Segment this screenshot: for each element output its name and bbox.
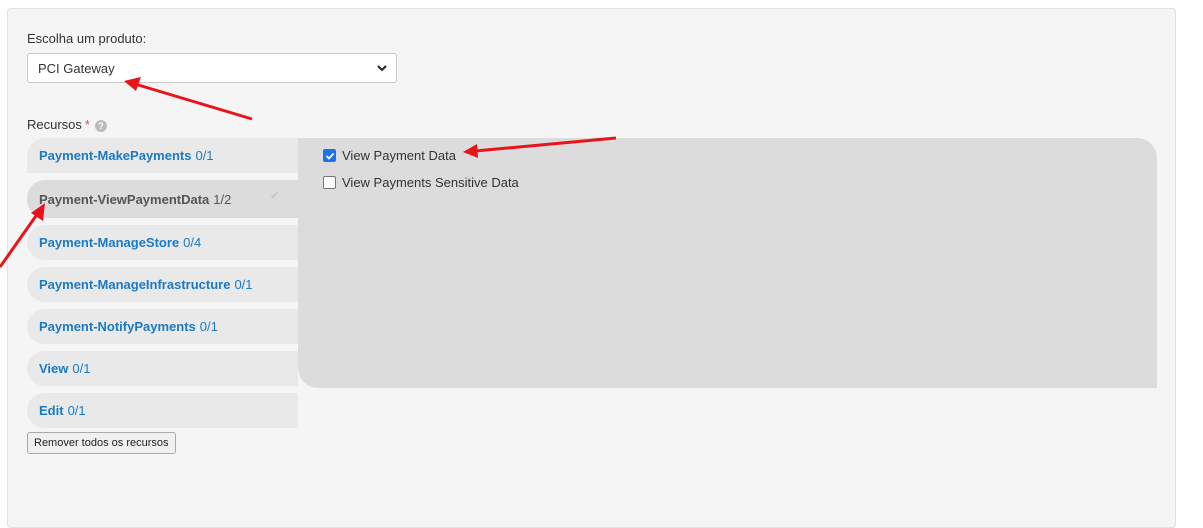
- tab-name: Payment-NotifyPayments: [39, 319, 196, 334]
- permission-label: View Payment Data: [342, 148, 456, 163]
- remove-all-resources-button[interactable]: Remover todos os recursos: [27, 432, 176, 454]
- checkmark-icon: [325, 152, 334, 160]
- resources-label-text: Recursos: [27, 116, 82, 132]
- tab-payment-viewpaymentdata[interactable]: Payment-ViewPaymentData 1/2 ✔: [27, 180, 298, 218]
- permissions-pane: View Payment Data View Payments Sensitiv…: [298, 138, 1157, 388]
- tab-count: 0/1: [234, 277, 253, 292]
- permission-view-payments-sensitive-data[interactable]: View Payments Sensitive Data: [323, 175, 519, 190]
- checkbox-unchecked[interactable]: [323, 176, 336, 189]
- tab-name: Edit: [39, 403, 64, 418]
- tab-count: 0/1: [67, 403, 86, 418]
- question-circle-icon[interactable]: ?: [94, 120, 107, 132]
- tab-payment-makepayments[interactable]: Payment-MakePayments 0/1: [27, 138, 298, 173]
- tab-payment-manageinfrastructure[interactable]: Payment-ManageInfrastructure 0/1: [27, 267, 298, 302]
- tab-count: 1/2: [213, 191, 232, 207]
- permission-view-payment-data[interactable]: View Payment Data: [323, 148, 456, 163]
- checkbox-checked[interactable]: [323, 149, 336, 162]
- product-select-value: PCI Gateway: [38, 60, 115, 76]
- tab-edit[interactable]: Edit 0/1: [27, 393, 298, 428]
- tab-name: Payment-ManageInfrastructure: [39, 277, 231, 292]
- tab-payment-managestore[interactable]: Payment-ManageStore 0/4: [27, 225, 298, 260]
- tab-view[interactable]: View 0/1: [27, 351, 298, 386]
- product-label: Escolha um produto:: [27, 31, 147, 46]
- check-icon: ✔: [269, 188, 280, 202]
- resource-tabs: Payment-MakePayments 0/1 Payment-ViewPay…: [27, 138, 298, 435]
- required-mark: *: [84, 116, 90, 132]
- tab-count: 0/1: [199, 319, 218, 334]
- tab-count: 0/1: [72, 361, 91, 376]
- tab-name: Payment-ViewPaymentData: [39, 191, 210, 207]
- tab-name: Payment-MakePayments: [39, 148, 192, 163]
- resources-label: Recursos * ?: [27, 116, 107, 132]
- tab-payment-notifypayments[interactable]: Payment-NotifyPayments 0/1: [27, 309, 298, 344]
- tab-name: View: [39, 361, 69, 376]
- chevron-down-icon: [377, 65, 387, 72]
- tab-count: 0/4: [183, 235, 202, 250]
- product-select[interactable]: PCI Gateway: [27, 53, 397, 83]
- permission-label: View Payments Sensitive Data: [342, 175, 519, 190]
- tab-name: Payment-ManageStore: [39, 235, 180, 250]
- tab-count: 0/1: [195, 148, 214, 163]
